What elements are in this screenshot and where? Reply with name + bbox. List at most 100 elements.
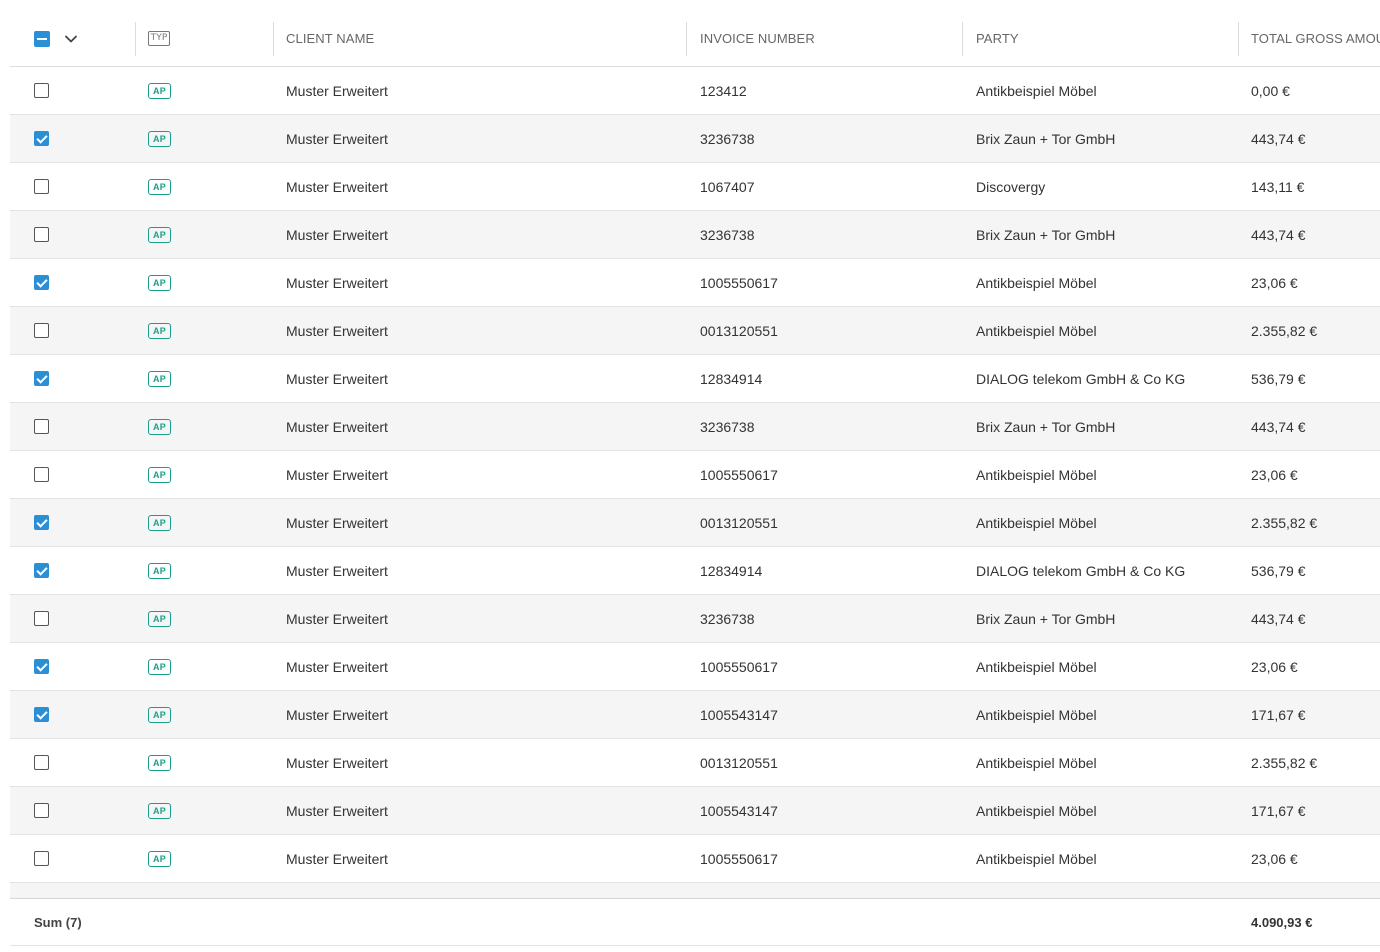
total-gross-amount-cell: 23,06 € (1251, 658, 1298, 675)
table-row[interactable]: AP Muster Erweitert 0013120551 Antikbeispie… (10, 739, 1380, 787)
row-checkbox[interactable] (34, 179, 49, 194)
table-row[interactable]: AP Muster Erweitert 3236738 Brix Zaun + Tor… (10, 595, 1380, 643)
row-checkbox[interactable] (34, 275, 49, 290)
table-row[interactable]: AP Muster Erweitert 3236738 Brix Zaun + Tor… (10, 211, 1380, 259)
total-gross-amount-cell: 443,74 € (1251, 418, 1306, 435)
select-all-checkbox[interactable] (34, 31, 50, 47)
type-badge: AP (148, 370, 171, 387)
table-row[interactable]: AP Muster Erweitert 1067407 Discovergy 143,1… (10, 163, 1380, 211)
row-type-cell: AP (148, 835, 171, 882)
column-header-party[interactable]: PARTY (976, 10, 1019, 66)
column-header-total-gross-amount[interactable]: TOTAL GROSS AMOUNT (1251, 10, 1380, 66)
row-checkbox[interactable] (34, 131, 49, 146)
table-row[interactable]: AP Muster Erweitert 0013120551 Antikbeispie… (10, 307, 1380, 355)
total-gross-amount-cell: 23,06 € (1251, 850, 1298, 867)
client-name-cell: Muster Erweitert (286, 514, 388, 531)
party-cell: Discovergy (976, 178, 1046, 195)
row-type-cell: AP (148, 643, 171, 690)
type-badge: AP (148, 418, 171, 435)
column-header-type[interactable]: TYP (148, 10, 170, 66)
party-cell: Brix Zaun + Tor GmbH (976, 130, 1116, 147)
total-gross-amount-cell: 171,67 € (1251, 802, 1306, 819)
row-checkbox[interactable] (34, 611, 49, 626)
column-divider[interactable] (686, 22, 687, 56)
table-row[interactable]: AP Muster Erweitert 3236738 Brix Zaun + Tor… (10, 403, 1380, 451)
row-select-cell (34, 787, 49, 834)
table-row[interactable]: AP Muster Erweitert 1005550617 Antikbeispie… (10, 643, 1380, 691)
row-checkbox[interactable] (34, 707, 49, 722)
client-name-cell: Muster Erweitert (286, 370, 388, 387)
type-badge: AP (148, 82, 171, 99)
row-select-cell (34, 643, 49, 690)
party-cell: Antikbeispiel Möbel (976, 850, 1097, 867)
row-checkbox[interactable] (34, 803, 49, 818)
party-cell: Brix Zaun + Tor GmbH (976, 226, 1116, 243)
sum-label: Sum (7) (34, 915, 82, 930)
row-type-cell: AP (148, 739, 171, 786)
party-cell: Antikbeispiel Möbel (976, 466, 1097, 483)
invoice-number-cell: 1005550617 (700, 658, 778, 675)
client-name-cell: Muster Erweitert (286, 802, 388, 819)
table-row[interactable]: AP Muster Erweitert 1005550617 Antikbeispie… (10, 451, 1380, 499)
row-checkbox[interactable] (34, 371, 49, 386)
type-badge: AP (148, 610, 171, 627)
party-cell: Antikbeispiel Möbel (976, 514, 1097, 531)
client-name-cell: Muster Erweitert (286, 466, 388, 483)
client-name-cell: Muster Erweitert (286, 850, 388, 867)
row-type-cell: AP (148, 547, 171, 594)
row-checkbox[interactable] (34, 515, 49, 530)
invoice-number-cell: 3236738 (700, 130, 755, 147)
table-row[interactable]: AP Muster Erweitert 12834914 DIALOG telekom… (10, 355, 1380, 403)
table-row[interactable]: AP Muster Erweitert 12834914 DIALOG telekom… (10, 547, 1380, 595)
row-checkbox[interactable] (34, 83, 49, 98)
row-checkbox[interactable] (34, 563, 49, 578)
row-checkbox[interactable] (34, 851, 49, 866)
row-select-cell (34, 499, 49, 546)
table-row[interactable]: AP Muster Erweitert 1005543147 Antikbeispie… (10, 691, 1380, 739)
row-type-cell: AP (148, 307, 171, 354)
table-row[interactable]: AP Muster Erweitert 1005543147 Antikbeispie… (10, 787, 1380, 835)
client-name-cell: Muster Erweitert (286, 322, 388, 339)
table-row[interactable]: AP Muster Erweitert 123412 Antikbeispiel Mö… (10, 67, 1380, 115)
row-select-cell (34, 835, 49, 882)
table-row[interactable]: AP Muster Erweitert 3236738 Brix Zaun + Tor… (10, 115, 1380, 163)
column-divider[interactable] (135, 22, 136, 56)
column-divider[interactable] (1238, 22, 1239, 56)
total-gross-amount-cell: 443,74 € (1251, 130, 1306, 147)
party-cell: Antikbeispiel Möbel (976, 274, 1097, 291)
column-header-client-name[interactable]: CLIENT NAME (286, 10, 374, 66)
type-badge: AP (148, 562, 171, 579)
row-checkbox[interactable] (34, 755, 49, 770)
row-type-cell: AP (148, 67, 171, 114)
table-row[interactable]: AP Muster Erweitert 1005550617 Antikbeispie… (10, 835, 1380, 883)
chevron-down-icon[interactable] (64, 32, 78, 46)
table-row[interactable]: AP Muster Erweitert 0013120551 Antikbeispie… (10, 499, 1380, 547)
row-checkbox[interactable] (34, 659, 49, 674)
client-name-cell: Muster Erweitert (286, 178, 388, 195)
row-checkbox[interactable] (34, 227, 49, 242)
total-gross-amount-cell: 443,74 € (1251, 226, 1306, 243)
row-checkbox[interactable] (34, 419, 49, 434)
type-badge: AP (148, 754, 171, 771)
type-badge: AP (148, 130, 171, 147)
table-row[interactable]: AP Muster Erweitert 1005550617 Antikbeispie… (10, 259, 1380, 307)
column-header-invoice-number[interactable]: INVOICE NUMBER (700, 10, 815, 66)
invoice-table: TYP CLIENT NAME INVOICE NUMBER PARTY TOT… (10, 10, 1380, 946)
column-divider[interactable] (962, 22, 963, 56)
invoice-number-cell: 12834914 (700, 370, 763, 387)
row-select-cell (34, 259, 49, 306)
invoice-number-cell: 1005550617 (700, 274, 778, 291)
invoice-number-cell: 3236738 (700, 418, 755, 435)
row-select-cell (34, 307, 49, 354)
total-gross-amount-cell: 443,74 € (1251, 610, 1306, 627)
row-checkbox[interactable] (34, 467, 49, 482)
invoice-number-cell: 0013120551 (700, 514, 778, 531)
row-select-cell (34, 451, 49, 498)
table-body: AP Muster Erweitert 123412 Antikbeispiel Mö… (10, 67, 1380, 883)
row-checkbox[interactable] (34, 323, 49, 338)
document-type-icon: TYP (148, 30, 170, 46)
invoice-number-cell: 12834914 (700, 562, 763, 579)
column-divider[interactable] (273, 22, 274, 56)
total-gross-amount-cell: 0,00 € (1251, 82, 1290, 99)
table-body-spacer (10, 883, 1380, 899)
